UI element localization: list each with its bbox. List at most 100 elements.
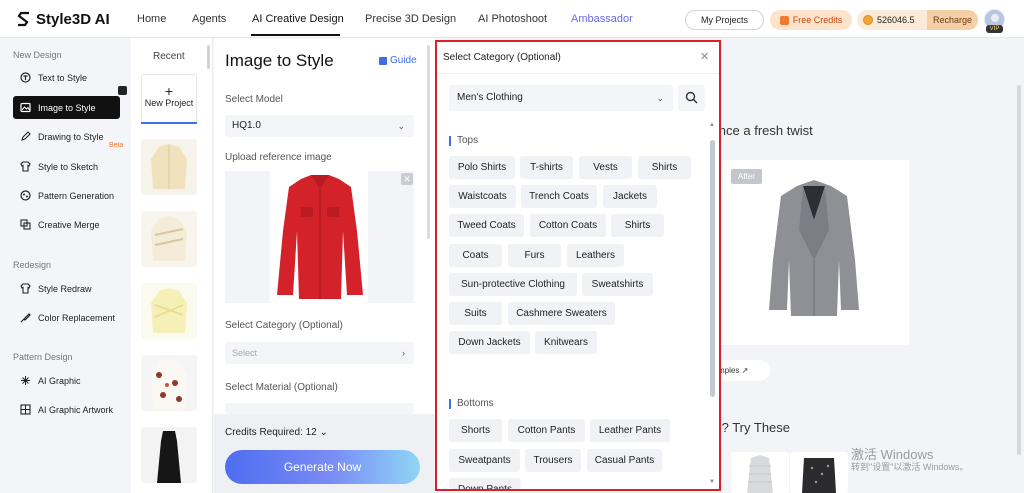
example-after-card <box>719 160 909 345</box>
clothing-type-select[interactable]: Men's Clothing ⌄ <box>449 85 673 111</box>
model-label: Select Model <box>225 94 283 105</box>
page-title: Image to Style <box>225 51 334 70</box>
modal-title: Select Category (Optional) <box>443 52 561 63</box>
nav-ai-photoshoot[interactable]: AI Photoshoot <box>478 0 547 38</box>
sidebar-item-style-redraw[interactable]: Style Redraw <box>13 277 120 300</box>
sidebar-item-drawing-to-style[interactable]: Drawing to Style <box>13 125 120 148</box>
modal-scrollbar[interactable] <box>710 140 715 397</box>
category-tag-knitwears[interactable]: Knitwears <box>535 331 597 354</box>
redraw-shirt-icon <box>20 283 31 294</box>
material-label: Select Material (Optional) <box>225 382 338 393</box>
recent-thumbnail[interactable] <box>141 139 197 195</box>
section-title-tops: Tops <box>449 135 478 146</box>
guide-label: Guide <box>390 55 417 66</box>
scroll-down-arrow-icon[interactable]: ▼ <box>709 479 715 485</box>
recharge-button[interactable]: Recharge <box>927 10 978 30</box>
category-label: Select Category (Optional) <box>225 320 343 331</box>
category-tag-casual-pants[interactable]: Casual Pants <box>587 449 662 472</box>
category-tag-cotton-coats[interactable]: Cotton Coats <box>530 214 606 237</box>
sidebar-item-text-to-style[interactable]: Text to Style <box>13 66 120 89</box>
category-tag-trousers[interactable]: Trousers <box>525 449 581 472</box>
close-icon[interactable]: ✕ <box>700 50 709 63</box>
category-tag-jackets[interactable]: Jackets <box>603 185 657 208</box>
credits-required[interactable]: Credits Required: 12 ⌄ <box>225 427 328 438</box>
category-tag-shorts[interactable]: Shorts <box>449 419 502 442</box>
category-select[interactable]: Select › <box>225 342 414 364</box>
generate-now-button[interactable]: Generate Now <box>225 450 420 484</box>
category-tag-tweed-coats[interactable]: Tweed Coats <box>449 214 524 237</box>
category-tag-down-jackets[interactable]: Down Jackets <box>449 331 530 354</box>
material-select[interactable] <box>225 403 414 414</box>
upload-bg-left <box>225 171 270 303</box>
credits-balance: 526046.5 Recharge <box>857 10 978 30</box>
recent-scrollbar[interactable] <box>207 45 210 69</box>
after-badge: After <box>731 169 762 184</box>
guide-link[interactable]: Guide <box>379 55 417 66</box>
sidebar-item-label: Text to Style <box>38 72 88 83</box>
try-these-thumbnail[interactable] <box>790 452 848 493</box>
recent-thumbnail[interactable] <box>141 283 197 339</box>
samples-label: mples <box>718 366 740 375</box>
model-select[interactable]: HQ1.0 ⌄ <box>225 115 414 137</box>
coin-icon <box>863 15 873 25</box>
recent-thumbnail[interactable] <box>141 355 197 411</box>
graphic-sparkle-icon <box>20 375 31 386</box>
new-project-label: New Project <box>144 98 194 108</box>
category-tag-sweatshirts[interactable]: Sweatshirts <box>582 273 653 296</box>
page-scrollbar[interactable] <box>1017 85 1021 455</box>
category-tag-sun-protective-clothing[interactable]: Sun-protective Clothing <box>449 273 577 296</box>
nav-active-underline <box>251 34 340 36</box>
category-tag-cashmere-sweaters[interactable]: Cashmere Sweaters <box>508 302 615 325</box>
windows-activation-hint: 转到"设置"以激活 Windows。 <box>851 462 969 472</box>
sidebar-item-ai-graphic[interactable]: AI Graphic <box>13 369 120 392</box>
category-tag-down-pants[interactable]: Down Pants <box>449 478 521 489</box>
sidebar-item-label: Creative Merge <box>38 219 100 230</box>
new-project-button[interactable]: + New Project <box>141 74 197 124</box>
recent-thumbnail[interactable] <box>141 211 197 267</box>
style3d-logo[interactable]: Style3D AI <box>16 9 110 29</box>
form-scrollbar[interactable] <box>427 45 430 239</box>
nav-ambassador[interactable]: Ambassador <box>571 0 633 38</box>
category-tag-furs[interactable]: Furs <box>508 244 561 267</box>
category-tag-t-shirts[interactable]: T-shirts <box>520 156 573 179</box>
category-tag-suits[interactable]: Suits <box>449 302 502 325</box>
category-tag-coats[interactable]: Coats <box>449 244 502 267</box>
try-these-thumbnail[interactable] <box>731 452 789 493</box>
app-name: Style3D AI <box>36 10 110 28</box>
category-tag-cotton-pants[interactable]: Cotton Pants <box>508 419 585 442</box>
category-tag-leather-pants[interactable]: Leather Pants <box>590 419 670 442</box>
chevron-right-icon: › <box>402 348 405 358</box>
clothing-type-value: Men's Clothing <box>457 92 523 103</box>
sidebar-item-image-to-style[interactable]: Image to Style <box>13 96 120 119</box>
drawing-style-icon <box>20 131 31 142</box>
upload-label: Upload reference image <box>225 152 332 163</box>
scroll-up-arrow-icon[interactable]: ▲ <box>709 122 715 128</box>
category-tag-waistcoats[interactable]: Waistcoats <box>449 185 516 208</box>
sidebar-item-color-replacement[interactable]: Color Replacement <box>13 306 120 329</box>
free-credits-button[interactable]: Free Credits <box>770 10 852 30</box>
sidebar-item-ai-graphic-artwork[interactable]: AI Graphic Artwork <box>13 398 120 421</box>
category-tag-shirts[interactable]: Shirts <box>611 214 664 237</box>
nav-ai-creative-design[interactable]: AI Creative Design <box>252 0 344 38</box>
category-tag-sweatpants[interactable]: Sweatpants <box>449 449 520 472</box>
sidebar-item-creative-merge[interactable]: Creative Merge <box>13 213 120 236</box>
nav-precise-3d-design[interactable]: Precise 3D Design <box>365 0 456 38</box>
search-button[interactable] <box>678 85 705 111</box>
sidebar-item-pattern-generation[interactable]: Pattern Generation <box>13 184 120 207</box>
credits-amount: 526046.5 <box>877 15 915 25</box>
category-tag-leathers[interactable]: Leathers <box>567 244 624 267</box>
category-tag-vests[interactable]: Vests <box>579 156 632 179</box>
nav-agents[interactable]: Agents <box>192 0 226 38</box>
vip-badge: VIP <box>986 25 1003 33</box>
category-tag-polo-shirts[interactable]: Polo Shirts <box>449 156 515 179</box>
remove-image-icon[interactable]: ✕ <box>401 173 413 185</box>
nav-home[interactable]: Home <box>137 0 166 38</box>
my-projects-button[interactable]: My Projects <box>685 10 764 30</box>
category-tag-shirts[interactable]: Shirts <box>638 156 691 179</box>
sidebar-item-style-to-sketch[interactable]: Style to Sketch <box>13 155 120 178</box>
category-tag-trench-coats[interactable]: Trench Coats <box>521 185 597 208</box>
model-value: HQ1.0 <box>232 120 261 131</box>
try-these-heading: I? Try These <box>718 420 791 435</box>
recent-thumbnail[interactable] <box>141 427 197 483</box>
free-credits-label: Free Credits <box>792 15 843 25</box>
